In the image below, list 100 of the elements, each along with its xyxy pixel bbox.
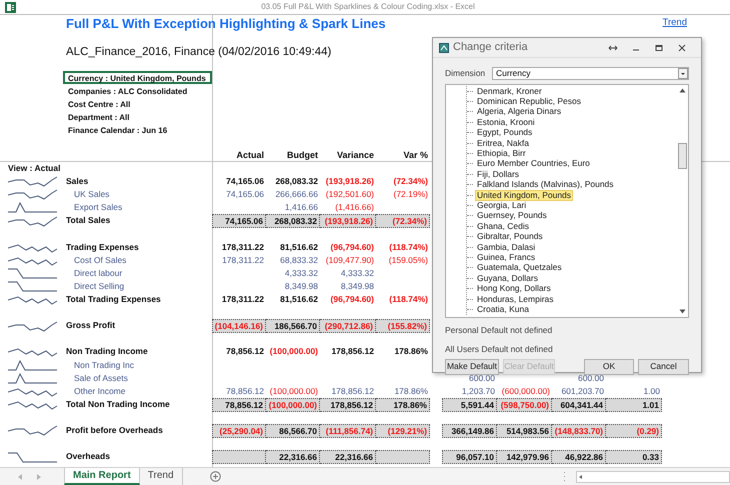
row-label: Overheads [66,451,110,462]
table-cell: 178,856.12 [320,398,376,412]
tree-item[interactable]: Fiji, Dollars [475,168,522,180]
tree-item[interactable]: Falkland Islands (Malvinas), Pounds [475,179,616,190]
criteria-cell[interactable]: Finance Calendar : Jun 16 [63,123,212,136]
tree-item[interactable]: Gibraltar, Pounds [475,231,545,242]
tree-item[interactable]: Gambia, Dalasi [475,242,538,253]
tree-item[interactable]: Georgia, Lari [475,200,528,211]
sparkline [8,399,58,410]
row-label: Direct Selling [74,280,124,291]
table-cell-text: (192,501.60) [324,188,375,202]
column-header: Variance [336,150,374,160]
row-label: Direct labour [74,268,122,278]
table-cell-text: 266,666.66 [274,188,319,202]
sparkline [8,242,58,253]
dimension-dropdown[interactable]: Currency [492,67,689,80]
view-label: View : Actual [8,163,60,174]
scroll-left-arrow-icon[interactable] [576,472,585,480]
column-header: Actual [236,150,264,160]
table-cell-text: 178,856.12 [330,345,375,358]
tree-item[interactable]: Guinea, Francs [475,252,538,263]
tree-item[interactable]: Egypt, Pounds [475,127,534,138]
table-cell-text: 4,333.32 [284,266,319,280]
criteria-cell[interactable]: Companies : ALC Consolidated [63,84,212,98]
dialog-app-icon [439,42,449,52]
table-cell: (290,712.86) [320,319,376,334]
table-cell-text: 1.00 [642,384,661,398]
tree-item[interactable]: Hong Kong, Dollars [475,283,553,294]
tree-item[interactable]: Estonia, Krooni [475,116,537,128]
tree-item[interactable]: Denmark, Kroner [475,86,544,97]
row-label: Cost Of Sales [74,254,126,265]
table-cell: 5,591.44 [442,398,497,412]
dialog-button[interactable]: OK [584,358,634,374]
row-label: Sale of Assets [74,372,128,383]
criteria-cell[interactable]: Currency : United Kingdom, Pounds [63,71,212,84]
tree-item[interactable]: Dominican Republic, Pesos [475,96,583,108]
table-cell: 514,983.56 [497,424,552,438]
dialog-title: Change criteria [453,40,529,56]
tree-item[interactable]: Guyana, Dollars [475,272,540,284]
default-status-text: All Users Default not defined [445,344,553,354]
tree-item[interactable]: United Kingdom, Pounds [475,190,574,201]
table-cell-text: 78,856.12 [225,345,265,358]
maximize-icon[interactable] [654,44,664,52]
scroll-up-icon[interactable] [679,88,686,93]
sparkline [8,202,58,214]
scroll-down-icon[interactable] [679,309,686,314]
horizontal-scrollbar[interactable] [576,470,730,482]
criteria-cell[interactable]: Department : All [63,110,212,124]
table-cell-text: (193,918.26) [324,175,375,188]
tree-item[interactable]: Honduras, Lempiras [475,294,556,305]
table-cell: (100,000.00) [266,398,320,412]
row-label: Total Sales [66,215,110,226]
window-title: 03.05 Full P&L With Sparklines & Colour Coding.xlsx - Excel [260,1,476,13]
row-label: Non Trading Inc [74,360,134,370]
table-cell-text: 268,083.32 [274,175,319,188]
sheet-tab[interactable]: Main Report [64,468,140,485]
trend-link[interactable]: Trend [662,16,687,31]
table-cell: (0.29) [606,424,662,438]
sparkline [8,452,58,463]
table-cell-text: 78,856.12 [225,384,265,398]
tree-item[interactable]: Croatia, Kuna [475,304,531,315]
dialog-button[interactable]: Make Default [445,358,499,374]
sheet-tab[interactable]: Trend [140,468,183,485]
sparkline [8,216,58,227]
row-label: Total Non Trading Income [66,398,170,409]
scrollbar-thumb[interactable] [678,143,687,169]
close-icon[interactable] [677,44,687,52]
table-cell-text: 178.86% [393,345,429,358]
table-cell: (25,290.04) [212,424,266,438]
tree-item[interactable]: Ethiopia, Birr [475,148,528,160]
table-cell-text: (118.74%) [388,293,429,306]
table-cell: 46,922.86 [552,450,606,464]
sparkline [8,176,58,188]
table-cell-text: (72.34%) [392,175,429,188]
dialog-button[interactable]: Cancel [638,358,689,374]
table-cell-text: (100,000.00) [268,384,319,398]
tree-item[interactable]: Euro Member Countries, Euro [475,158,592,170]
sparkline [8,386,58,397]
sparkline [8,189,58,200]
tree-item[interactable]: Guatemala, Quetzales [475,262,564,274]
table-cell: 178.86% [376,398,430,412]
tree-item[interactable]: Eritrea, Nakfa [475,138,531,149]
resize-icon[interactable] [608,44,618,52]
table-cell-text: 600.00 [468,372,496,385]
add-sheet-icon[interactable] [210,471,221,482]
table-cell: (155.82%) [376,319,430,334]
table-cell-text: 74,165.06 [225,175,265,188]
tree-item[interactable]: Ghana, Cedis [475,220,531,232]
row-label: Non Trading Income [66,346,148,356]
report-title: Full P&L With Exception Highlighting & Spark Lines [66,15,386,33]
tree-item[interactable]: Algeria, Algeria Dinars [475,106,564,118]
table-cell: 268,083.32 [266,214,320,228]
table-cell-text: 4,333.32 [340,266,375,280]
table-cell-text: 1,416.66 [284,201,319,214]
table-cell-text: 601,203.70 [560,384,605,398]
table-cell-text: 1,203.70 [460,384,496,398]
app-icon [5,2,16,12]
tree-item[interactable]: Guernsey, Pounds [475,210,549,222]
criteria-cell[interactable]: Cost Centre : All [63,97,212,110]
table-cell-text: (1,416.66) [334,201,375,214]
